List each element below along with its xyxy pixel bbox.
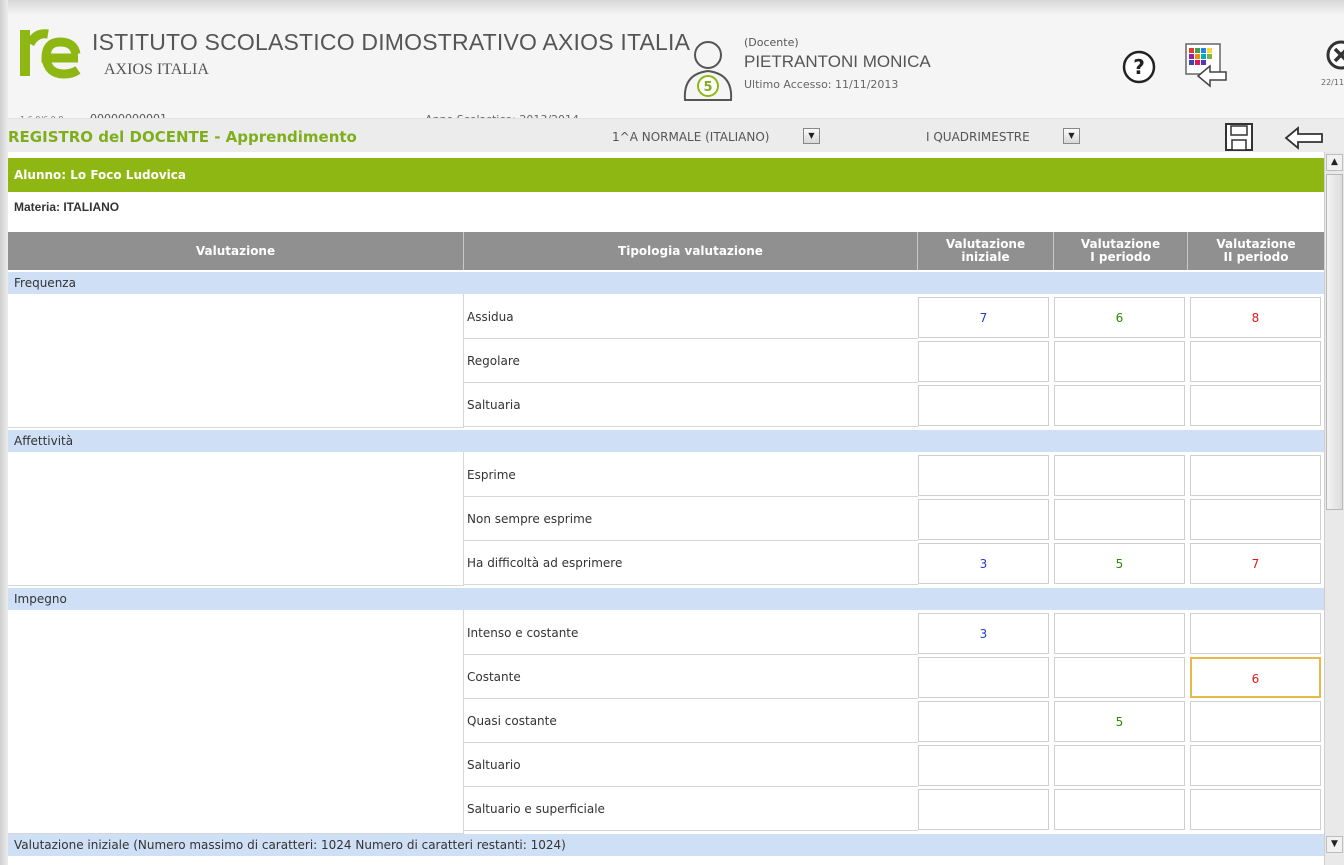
page-title: REGISTRO del DOCENTE - Apprendimento: [8, 128, 357, 146]
cell-periodo1[interactable]: [1054, 789, 1185, 830]
cell-periodo1[interactable]: [1054, 385, 1185, 426]
current-date: 22/11/: [1321, 78, 1344, 87]
cell-periodo1[interactable]: [1054, 499, 1185, 540]
cell-periodo2[interactable]: [1190, 341, 1321, 382]
cell-periodo2[interactable]: [1190, 745, 1321, 786]
cell-periodo2[interactable]: [1190, 701, 1321, 742]
section-frequenza: Frequenza: [8, 272, 1324, 294]
section-left-cell: [8, 452, 464, 586]
cell-iniziale[interactable]: [918, 499, 1049, 540]
row-label: Costante: [464, 655, 918, 699]
scroll-thumb[interactable]: [1326, 174, 1343, 510]
cell-periodo2-focused[interactable]: 6: [1190, 657, 1321, 698]
cell-iniziale[interactable]: [918, 701, 1049, 742]
subject-label: Materia: ITALIANO: [14, 200, 120, 214]
row-label: Saltuaria: [464, 383, 918, 427]
section-impegno: Impegno: [8, 588, 1324, 610]
header-val-iniziale: Valutazione iniziale: [918, 232, 1054, 270]
row-label: Quasi costante: [464, 699, 918, 743]
header-val-periodo1: Valutazione I periodo: [1054, 232, 1188, 270]
re-logo-icon: [20, 29, 81, 79]
cell-iniziale[interactable]: 3: [918, 543, 1049, 584]
cell-iniziale[interactable]: [918, 385, 1049, 426]
cell-periodo1[interactable]: [1054, 657, 1185, 698]
period-dropdown-icon[interactable]: ▼: [1063, 128, 1080, 144]
cell-iniziale[interactable]: [918, 455, 1049, 496]
cell-periodo1[interactable]: [1054, 745, 1185, 786]
row-label: Intenso e costante: [464, 611, 918, 655]
header-val-periodo2: Valutazione II periodo: [1188, 232, 1324, 270]
institute-subtitle: AXIOS ITALIA: [104, 61, 209, 78]
user-badge: 5: [703, 80, 712, 95]
cell-iniziale[interactable]: [918, 657, 1049, 698]
export-icon[interactable]: [1184, 42, 1228, 88]
back-arrow-icon[interactable]: [1284, 126, 1324, 150]
vertical-scrollbar[interactable]: ▲ ▼: [1324, 152, 1344, 865]
cell-iniziale[interactable]: [918, 745, 1049, 786]
user-icon[interactable]: 5: [681, 38, 735, 104]
row-label: Regolare: [464, 339, 918, 383]
cell-iniziale[interactable]: [918, 341, 1049, 382]
help-icon[interactable]: ?: [1122, 50, 1156, 84]
scroll-down-icon[interactable]: ▼: [1326, 836, 1343, 853]
cell-iniziale[interactable]: 3: [918, 613, 1049, 654]
row-label: Non sempre esprime: [464, 497, 918, 541]
cell-periodo2[interactable]: [1190, 613, 1321, 654]
cell-periodo2[interactable]: 8: [1190, 297, 1321, 338]
cell-periodo1[interactable]: [1054, 455, 1185, 496]
title-bar: REGISTRO del DOCENTE - Apprendimento 1^A…: [8, 118, 1344, 153]
row-label: Saltuario e superficiale: [464, 787, 918, 831]
user-name: PIETRANTONI MONICA: [744, 52, 931, 71]
section-left-cell: [8, 294, 464, 428]
cell-iniziale[interactable]: [918, 789, 1049, 830]
period-select[interactable]: I QUADRIMESTRE: [926, 130, 1030, 144]
cell-periodo1[interactable]: 6: [1054, 297, 1185, 338]
section-affettivita: Affettività: [8, 430, 1324, 452]
last-access: Ultimo Accesso: 11/11/2013: [744, 78, 899, 91]
valutazione-iniziale-label: Valutazione iniziale (Numero massimo di …: [8, 834, 1324, 856]
save-icon[interactable]: [1224, 122, 1254, 152]
class-select[interactable]: 1^A NORMALE (ITALIANO): [612, 130, 769, 144]
cell-periodo2[interactable]: [1190, 385, 1321, 426]
row-label: Ha difficoltà ad esprimere: [464, 541, 918, 585]
section-left-cell: [8, 610, 464, 834]
app-header: 1.6.0/6.0.8 00000000001 ISTITUTO SCOLAST…: [8, 14, 1344, 132]
class-dropdown-icon[interactable]: ▼: [803, 128, 820, 144]
svg-text:?: ?: [1133, 55, 1145, 79]
cell-periodo1[interactable]: 5: [1054, 701, 1185, 742]
cell-periodo1[interactable]: 5: [1054, 543, 1185, 584]
content-area: Alunno: Lo Foco Ludovica Materia: ITALIA…: [8, 152, 1324, 865]
header-tipologia: Tipologia valutazione: [464, 232, 918, 270]
row-label: Saltuario: [464, 743, 918, 787]
row-label: Assidua: [464, 295, 918, 339]
cell-periodo1[interactable]: [1054, 613, 1185, 654]
close-icon[interactable]: [1326, 40, 1344, 70]
cell-periodo2[interactable]: 7: [1190, 543, 1321, 584]
row-label: Esprime: [464, 453, 918, 497]
scroll-up-icon[interactable]: ▲: [1326, 154, 1343, 171]
window-shadow-left: [0, 0, 8, 865]
cell-periodo2[interactable]: [1190, 499, 1321, 540]
user-role: (Docente): [744, 36, 799, 49]
header-valutazione: Valutazione: [8, 232, 464, 270]
app-window: 1.6.0/6.0.8 00000000001 ISTITUTO SCOLAST…: [0, 0, 1344, 865]
cell-periodo2[interactable]: [1190, 455, 1321, 496]
window-shadow: [0, 0, 1344, 14]
institute-name: ISTITUTO SCOLASTICO DIMOSTRATIVO AXIOS I…: [92, 29, 691, 55]
cell-periodo1[interactable]: [1054, 341, 1185, 382]
cell-iniziale[interactable]: 7: [918, 297, 1049, 338]
student-bar: Alunno: Lo Foco Ludovica: [8, 158, 1324, 192]
cell-periodo2[interactable]: [1190, 789, 1321, 830]
